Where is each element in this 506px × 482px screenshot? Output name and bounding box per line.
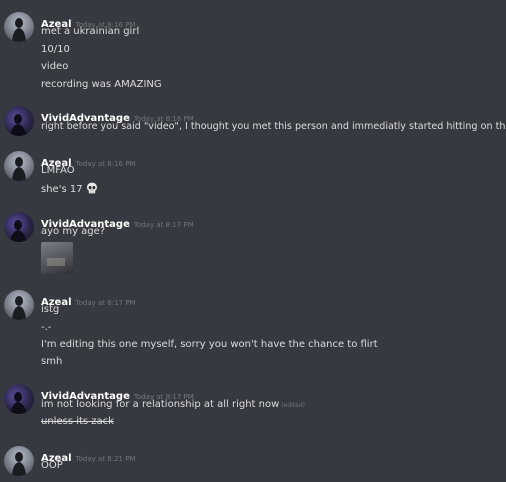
timestamp: Today at 8:17 PM bbox=[133, 221, 194, 229]
user-silhouette-icon bbox=[10, 220, 27, 242]
user-silhouette-icon bbox=[12, 296, 26, 320]
message-header: VividAdvantage Today at 8:17 PM bbox=[41, 212, 194, 230]
message-header: Azeal Today at 8:21 PM bbox=[41, 446, 136, 464]
message-text: right before you said "video", I thought… bbox=[41, 121, 506, 132]
message-group: Azeal Today at 8:17 PM istg -.- I'm editi… bbox=[0, 290, 506, 370]
message-header: VividAdvantage Today at 8:17 PM bbox=[41, 384, 194, 402]
message-group: Azeal Today at 8:21 PM OOP bbox=[0, 446, 506, 476]
message-text: LMFAO bbox=[41, 165, 75, 176]
avatar[interactable] bbox=[4, 384, 34, 414]
message-text: video bbox=[41, 61, 69, 72]
message-text: smh bbox=[41, 356, 63, 367]
avatar[interactable] bbox=[4, 151, 34, 181]
avatar[interactable] bbox=[4, 106, 34, 136]
skull-emoji-icon bbox=[86, 182, 97, 194]
message-text: OOP bbox=[41, 460, 63, 471]
message-line: im not looking for a relationship at all… bbox=[41, 398, 305, 412]
message-group: Azeal Today at 8:16 PM LMFAO she's 17 bbox=[0, 151, 506, 197]
avatar[interactable] bbox=[4, 12, 34, 42]
image-attachment[interactable] bbox=[41, 242, 73, 274]
message-text: she's 17 bbox=[41, 184, 83, 195]
message-header: Azeal Today at 8:16 PM bbox=[41, 12, 135, 30]
timestamp: Today at 8:21 PM bbox=[75, 455, 136, 463]
message-text: unless its zack bbox=[41, 416, 114, 427]
avatar[interactable] bbox=[4, 212, 34, 242]
message-header: VividAdvantage Today at 8:16 PM bbox=[41, 106, 194, 124]
message-text: recording was AMAZING bbox=[41, 79, 162, 90]
user-silhouette-icon bbox=[12, 18, 26, 42]
timestamp: Today at 8:17 PM bbox=[75, 299, 136, 307]
user-silhouette-icon bbox=[12, 157, 26, 181]
timestamp: Today at 8:16 PM bbox=[75, 160, 136, 168]
user-silhouette-icon bbox=[12, 452, 26, 476]
message-text: ayo my age? bbox=[41, 226, 106, 237]
user-silhouette-icon bbox=[10, 114, 27, 136]
message-group: VividAdvantage Today at 8:17 PM ayo my ag… bbox=[0, 212, 506, 276]
message-group: VividAdvantage Today at 8:17 PM im not lo… bbox=[0, 384, 506, 430]
message-text: 10/10 bbox=[41, 44, 70, 55]
message-group: Azeal Today at 8:16 PM met a ukrainian gi… bbox=[0, 12, 506, 92]
message-group: VividAdvantage Today at 8:16 PM right bef… bbox=[0, 106, 506, 138]
message-header: Azeal Today at 8:16 PM bbox=[41, 151, 136, 169]
avatar[interactable] bbox=[4, 446, 34, 476]
message-text: -.- bbox=[41, 322, 52, 333]
user-silhouette-icon bbox=[10, 392, 27, 414]
message-text: met a ukrainian girl bbox=[41, 26, 140, 37]
message-text: istg bbox=[41, 304, 60, 315]
edited-label: (edited) bbox=[281, 402, 305, 409]
message-header: Azeal Today at 8:17 PM bbox=[41, 290, 136, 308]
message-line: she's 17 bbox=[41, 182, 98, 196]
message-text: im not looking for a relationship at all… bbox=[41, 399, 280, 410]
message-text: I'm editing this one myself, sorry you w… bbox=[41, 339, 378, 350]
avatar[interactable] bbox=[4, 290, 34, 320]
